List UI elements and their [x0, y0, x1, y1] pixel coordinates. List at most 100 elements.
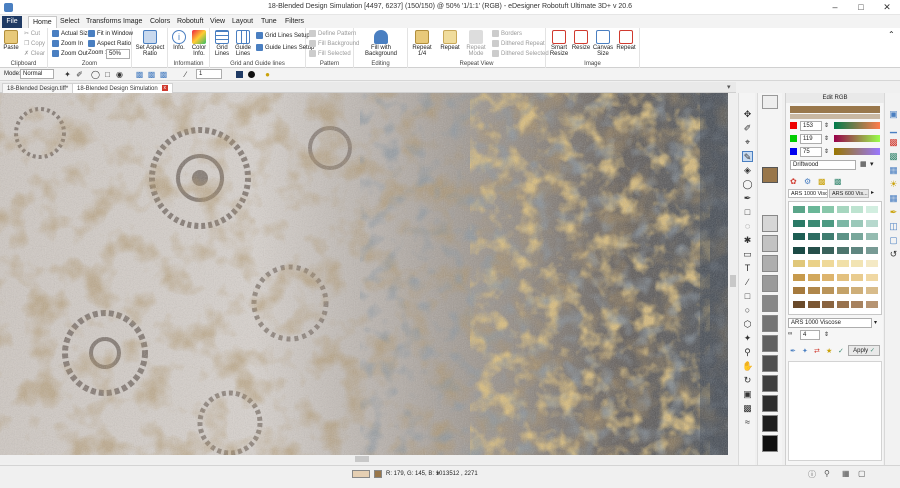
- size-select[interactable]: 1: [196, 69, 222, 79]
- palette-options-icon[interactable]: ▦: [860, 160, 867, 168]
- zoom-out-button[interactable]: Zoom Out: [52, 50, 88, 57]
- lasso-tool-icon[interactable]: ◯: [742, 179, 753, 190]
- tab-view[interactable]: View: [206, 16, 229, 28]
- tab-tune[interactable]: Tune: [257, 16, 281, 28]
- palette-swatch[interactable]: [865, 287, 878, 294]
- tab-colors[interactable]: Colors: [146, 16, 174, 28]
- swatch-icon[interactable]: ▩: [888, 151, 899, 162]
- palette-swatch[interactable]: [807, 273, 820, 281]
- palette-swatch[interactable]: [836, 206, 849, 213]
- grid-lines-setup-button[interactable]: Grid Lines Setup: [256, 32, 310, 39]
- palette-swatch[interactable]: [822, 273, 834, 281]
- palette-library-icon[interactable]: ▩: [834, 177, 842, 186]
- link-icon[interactable]: ∞: [788, 331, 792, 337]
- paint-icon[interactable]: ✒: [888, 207, 899, 218]
- file-tab[interactable]: File: [2, 16, 22, 28]
- tab-select[interactable]: Select: [56, 16, 83, 28]
- status-fit-icon[interactable]: ▢: [858, 469, 866, 478]
- mask-icon[interactable]: ◉: [114, 69, 125, 80]
- polygon-tool-icon[interactable]: ⬡: [742, 319, 753, 330]
- gray-swatch[interactable]: [762, 255, 778, 272]
- palette-tab-2[interactable]: ARS 600 Vis...: [829, 189, 869, 198]
- palette-swatch[interactable]: [822, 219, 834, 227]
- image-canvas[interactable]: [0, 93, 728, 455]
- warp-tool-icon[interactable]: ≈: [742, 417, 753, 428]
- symmetry-1-icon[interactable]: ▩: [134, 69, 145, 80]
- color-wheel-icon[interactable]: ✿: [790, 177, 797, 186]
- symmetry-3-icon[interactable]: ▩: [158, 69, 169, 80]
- move-tool-icon[interactable]: ✥: [742, 109, 753, 120]
- num-stepper-icon[interactable]: ⇕: [824, 331, 829, 338]
- palette-swatch[interactable]: [793, 273, 805, 281]
- horizontal-scrollbar[interactable]: [0, 455, 736, 463]
- frame-icon[interactable]: ▢: [888, 235, 899, 246]
- repeat-button[interactable]: Repeat: [438, 30, 462, 51]
- vertical-scrollbar[interactable]: [729, 93, 737, 455]
- palette-swatch[interactable]: [865, 246, 878, 254]
- square-icon[interactable]: □: [102, 69, 113, 80]
- gray-swatch[interactable]: [762, 375, 778, 392]
- horizontal-scroll-thumb[interactable]: [355, 456, 369, 462]
- clone-tool-icon[interactable]: □: [742, 207, 753, 218]
- palette-swatch[interactable]: [822, 287, 834, 294]
- airbrush-tool-icon[interactable]: ✱: [742, 235, 753, 246]
- eraser-tool-icon[interactable]: ▭: [742, 249, 753, 260]
- set-aspect-ratio-button[interactable]: Set Aspect Ratio: [135, 30, 165, 57]
- palette-swatch[interactable]: [807, 233, 820, 240]
- clear-button[interactable]: ✗ Clear: [24, 50, 45, 57]
- palette-tab-scroll-icon[interactable]: ▸: [871, 189, 874, 196]
- palette-swatch[interactable]: [865, 219, 878, 227]
- zoom-tool-icon[interactable]: ⚲: [742, 347, 753, 358]
- brush-tool-icon[interactable]: ✒: [742, 193, 753, 204]
- palette-swatch[interactable]: [836, 260, 849, 267]
- green-stepper-icon[interactable]: ⇕: [824, 135, 831, 143]
- swap-icon[interactable]: ⇄: [814, 347, 820, 355]
- pattern-tool-icon[interactable]: ▩: [742, 403, 753, 414]
- palette-swatch[interactable]: [807, 219, 820, 227]
- dithered-repeat-button[interactable]: Dithered Repeat: [492, 40, 545, 47]
- smart-resize-button[interactable]: Smart Resize: [548, 30, 570, 57]
- palette-swatch[interactable]: [865, 273, 878, 281]
- maximize-icon[interactable]: □: [848, 0, 874, 15]
- palette-icon[interactable]: ▩: [888, 137, 899, 148]
- gray-swatch[interactable]: [762, 355, 778, 372]
- fill-with-background-button[interactable]: Fill with Background: [358, 30, 404, 57]
- eyedropper-tool-icon[interactable]: ✐: [742, 123, 753, 134]
- palette-swatch[interactable]: [836, 287, 849, 294]
- palette-swatch[interactable]: [807, 300, 820, 308]
- apply-button[interactable]: Apply ✓: [848, 345, 880, 356]
- layer-tool-icon[interactable]: ▣: [742, 389, 753, 400]
- palette-swatch[interactable]: [851, 300, 863, 308]
- status-info-icon[interactable]: ⓘ: [808, 469, 816, 480]
- current-color-swatch[interactable]: [762, 167, 778, 183]
- palette-swatch[interactable]: [851, 260, 863, 267]
- palette-swatch[interactable]: [851, 219, 863, 227]
- dithered-selected-button[interactable]: Dithered Selected: [492, 50, 549, 57]
- aspect-ratio-button[interactable]: Aspect Ratio: [88, 40, 131, 47]
- borders-button[interactable]: Borders: [492, 30, 522, 37]
- bulb-icon[interactable]: ●: [262, 69, 273, 80]
- symmetry-2-icon[interactable]: ▩: [146, 69, 157, 80]
- palette-swatch[interactable]: [851, 273, 863, 281]
- palette-swatch[interactable]: [865, 233, 878, 240]
- star-icon[interactable]: ★: [826, 347, 832, 355]
- red-stepper-icon[interactable]: ⇕: [824, 122, 831, 130]
- info-button[interactable]: i Info.: [170, 30, 188, 51]
- palette-swatch[interactable]: [807, 287, 820, 294]
- palette-swatch[interactable]: [793, 233, 805, 240]
- blue-stepper-icon[interactable]: ⇕: [824, 148, 831, 156]
- cut-button[interactable]: ✂ Cut: [24, 30, 40, 37]
- history-icon[interactable]: ↺: [888, 249, 899, 260]
- palette-swatch[interactable]: [865, 260, 878, 267]
- guide-lines-button[interactable]: Guide Lines: [233, 30, 253, 57]
- crop-tool-icon[interactable]: ⌖: [742, 137, 753, 148]
- zoom-select[interactable]: 50%: [106, 49, 130, 59]
- collapse-ribbon-icon[interactable]: ⌃: [888, 30, 895, 39]
- settings-icon[interactable]: ⚙: [804, 177, 811, 186]
- doc-tab-2[interactable]: 18-Blended Design Simulation x: [72, 83, 173, 93]
- palette-swatch[interactable]: [807, 260, 820, 267]
- ring-icon[interactable]: ◯: [90, 69, 101, 80]
- palette-swatch[interactable]: [793, 300, 805, 308]
- palette-swatch[interactable]: [865, 300, 878, 308]
- image-repeat-button[interactable]: Repeat: [615, 30, 637, 51]
